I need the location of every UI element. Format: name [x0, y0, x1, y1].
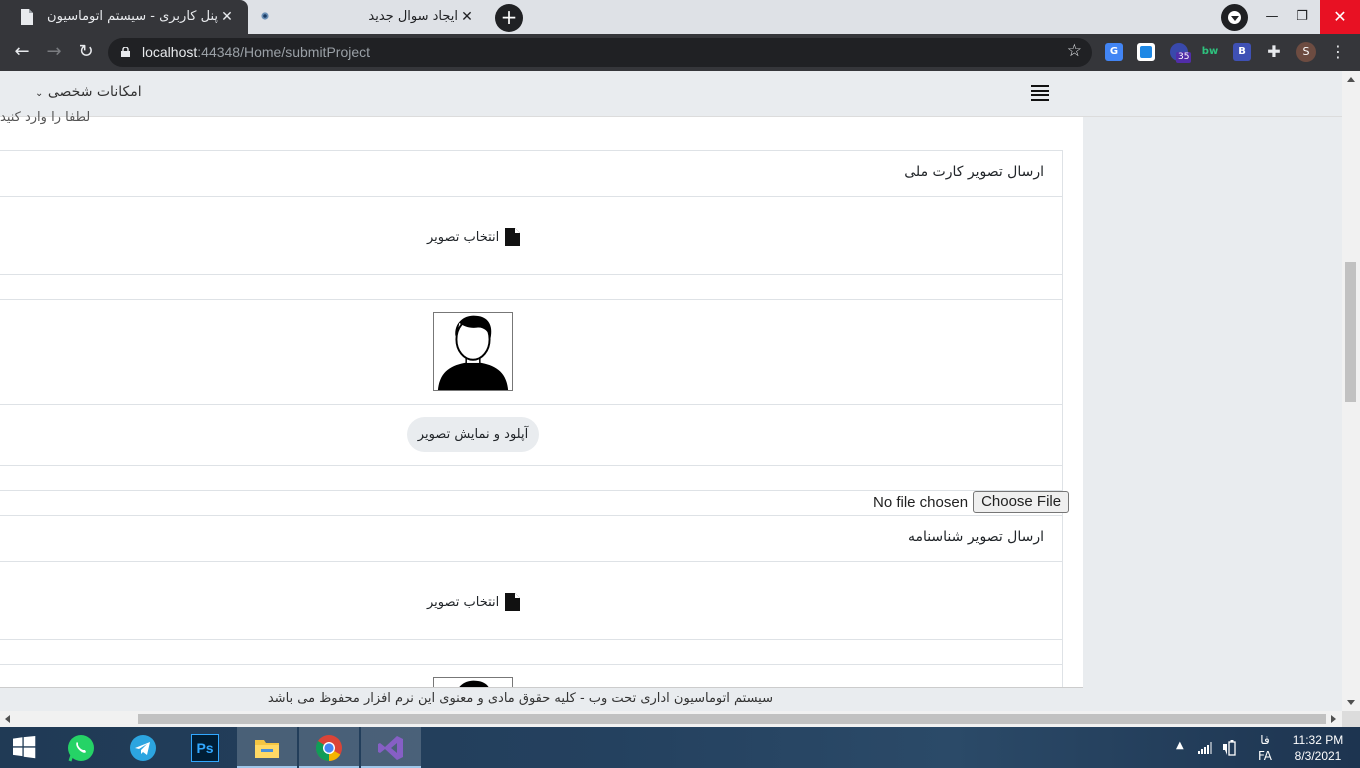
ext-icon[interactable] — [1137, 43, 1155, 61]
avatar[interactable]: S — [1296, 42, 1316, 62]
divider — [0, 639, 1063, 640]
loading-icon — [261, 12, 269, 20]
section-title-national-card: ارسال تصویر کارت ملی — [904, 164, 1044, 180]
horizontal-scrollbar[interactable] — [0, 711, 1342, 727]
file-input[interactable]: No file chosen Choose File — [873, 491, 1070, 513]
hamburger-icon[interactable] — [1031, 85, 1049, 101]
ext-badge-icon[interactable]: 35 — [1170, 43, 1192, 63]
close-icon[interactable]: ✕ — [458, 8, 476, 26]
file-icon — [505, 228, 521, 246]
file-icon — [505, 593, 521, 611]
telegram-icon[interactable] — [113, 727, 173, 768]
back-arrow-icon[interactable]: ← — [10, 41, 34, 63]
url-text: localhost:44348/Home/submitProject — [142, 44, 371, 60]
cutoff-text: لطفا را وارد کنید — [0, 110, 91, 125]
page-viewport: امکانات شخصی ⌄ لطفا را وارد کنید ارسال ت… — [0, 71, 1342, 711]
page-icon — [21, 9, 33, 25]
user-placeholder-icon — [437, 315, 509, 390]
forward-arrow-icon[interactable]: → — [42, 41, 66, 63]
scroll-right-icon[interactable] — [1331, 715, 1336, 723]
close-icon[interactable]: ✕ — [218, 8, 236, 26]
file-explorer-icon[interactable] — [237, 727, 297, 768]
select-image-button[interactable]: انتخاب تصویر — [427, 228, 521, 246]
tab-search-button[interactable] — [1221, 4, 1248, 31]
choose-file-button[interactable]: Choose File — [973, 491, 1070, 513]
section-title-birth-certificate: ارسال تصویر شناسنامه — [907, 529, 1044, 545]
tab-strip: پنل کاربری - سیستم اتوماسیون اداری ✕ ایج… — [0, 0, 1360, 34]
window-close-button[interactable]: ✕ — [1320, 0, 1360, 34]
lock-icon — [121, 47, 130, 57]
tab-title: پنل کاربری - سیستم اتوماسیون اداری — [44, 9, 218, 24]
personal-menu[interactable]: امکانات شخصی ⌄ — [35, 84, 142, 100]
whatsapp-icon[interactable] — [51, 727, 111, 768]
scroll-down-icon[interactable] — [1347, 700, 1355, 705]
scroll-up-icon[interactable] — [1347, 77, 1355, 82]
restore-button[interactable]: ❐ — [1284, 0, 1320, 34]
chrome-icon[interactable] — [299, 727, 359, 768]
divider — [0, 274, 1063, 275]
scroll-thumb[interactable] — [138, 714, 1326, 724]
sidebar-panel — [1083, 117, 1342, 711]
tab-user-panel[interactable]: پنل کاربری - سیستم اتوماسیون اداری ✕ — [0, 0, 248, 34]
bw-icon[interactable]: bw — [1201, 43, 1219, 61]
language-indicator[interactable]: فا FA — [1254, 732, 1276, 764]
upload-show-image-button[interactable]: آپلود و نمایش تصویر — [407, 417, 539, 452]
visual-studio-icon[interactable] — [361, 727, 421, 768]
vertical-scrollbar[interactable] — [1342, 71, 1360, 711]
file-status: No file chosen — [873, 493, 969, 511]
divider — [0, 150, 1063, 151]
reload-icon[interactable]: ↻ — [74, 41, 98, 63]
clock[interactable]: 11:32 PM 8/3/2021 — [1290, 732, 1346, 764]
new-tab-button[interactable]: + — [495, 4, 523, 32]
footer-text: سیستم اتوماسیون اداری تحت وب - کلیه حقوق… — [267, 691, 773, 706]
bookmark-star-icon[interactable]: ☆ — [1067, 41, 1082, 61]
address-bar[interactable]: localhost:44348/Home/submitProject ☆ — [108, 38, 1092, 67]
top-navbar: امکانات شخصی ⌄ — [0, 71, 1342, 117]
puzzle-icon[interactable]: ✚ — [1265, 43, 1283, 61]
google-translate-icon[interactable]: G — [1105, 43, 1123, 61]
tab-new-question[interactable]: ایجاد سوال جدید ✕ — [248, 0, 488, 34]
browser-toolbar: ← → ↻ localhost:44348/Home/submitProject… — [0, 34, 1360, 71]
divider — [0, 664, 1063, 665]
page-footer: سیستم اتوماسیون اداری تحت وب - کلیه حقوق… — [0, 687, 1083, 711]
menu-icon[interactable]: ⋮ — [1330, 42, 1346, 62]
scroll-thumb[interactable] — [1345, 262, 1356, 402]
photoshop-icon[interactable]: Ps — [175, 727, 235, 768]
divider — [0, 561, 1063, 562]
image-preview — [433, 312, 513, 391]
scroll-left-icon[interactable] — [5, 715, 10, 723]
b-icon[interactable]: B — [1233, 43, 1251, 61]
divider — [0, 299, 1063, 300]
tab-title: ایجاد سوال جدید — [368, 9, 458, 24]
divider — [0, 196, 1063, 197]
divider — [0, 465, 1063, 466]
divider — [0, 515, 1063, 516]
card-border — [1062, 150, 1063, 690]
scrollbar-corner — [1342, 711, 1360, 727]
chevron-down-icon: ⌄ — [35, 88, 44, 99]
select-image-button[interactable]: انتخاب تصویر — [427, 593, 521, 611]
divider — [0, 404, 1063, 405]
windows-taskbar: Ps ▲ فا FA 11:32 PM 8/3/2021 — [0, 727, 1360, 768]
